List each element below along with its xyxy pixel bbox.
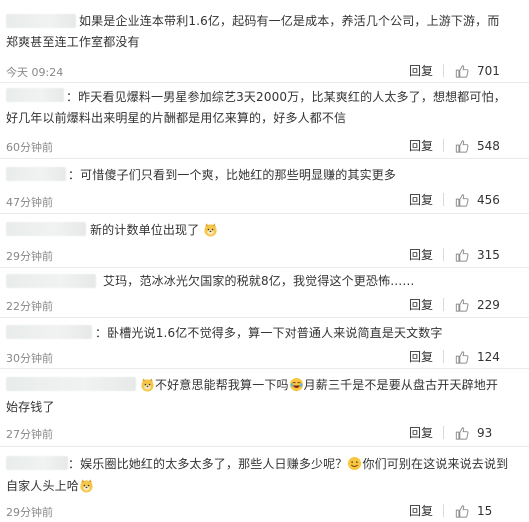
blurred-username xyxy=(6,325,92,339)
comment-actions: 回复 15 xyxy=(409,501,529,521)
comment-actions: 回复 229 xyxy=(409,295,529,315)
blurred-username xyxy=(6,377,136,391)
like-count: 229 xyxy=(477,298,500,312)
laugh-cry-emoji xyxy=(289,377,303,392)
comment-text-line: 自家人头上哈 xyxy=(6,476,94,497)
thumbs-up-icon xyxy=(455,505,469,518)
comment-time: 29分钟前 xyxy=(6,506,53,519)
comment-item: ：昨天看见爆料一男星参加综艺3天2000万，比某爽红的人太多了，想想都可怕， 好… xyxy=(0,83,529,159)
comment-text-line: 如果是企业连本带利1.6亿，起码有一亿是成本，养活几个公司，上游下游，而 xyxy=(79,14,500,28)
comment-item: ：卧槽光说1.6亿不觉得多，算一下对普通人来说简直是天文数字 30分钟前 回复 … xyxy=(0,318,529,369)
thumbs-up-icon xyxy=(455,299,469,312)
reply-button[interactable]: 回复 xyxy=(409,424,433,441)
divider xyxy=(443,426,444,439)
blurred-username xyxy=(6,274,96,288)
divider xyxy=(443,139,444,152)
comment-text: 你们可别在这说来说去说到 xyxy=(362,457,509,471)
thumbs-up-icon xyxy=(455,194,469,207)
divider xyxy=(443,193,444,206)
like-count: 93 xyxy=(477,426,493,440)
divider xyxy=(443,350,444,363)
comment-time: 60分钟前 xyxy=(6,141,53,154)
doge-emoji xyxy=(80,479,93,493)
comment-time: 27分钟前 xyxy=(6,428,53,441)
like-count: 701 xyxy=(477,64,500,78)
comment-text: 月薪三千是不是要从盘古开天辟地开 xyxy=(303,378,499,392)
comment-time: 22分钟前 xyxy=(6,300,53,313)
thumbs-up-icon xyxy=(455,140,469,153)
comment-time: 今天 09:24 xyxy=(6,66,64,79)
comment-item: ：娱乐圈比她红的太多太多了，那些人日赚多少呢？ 你们可别在这说来说去说到 自家人头… xyxy=(0,447,529,522)
comment-item: 不好意思能帮我算一下吗 月薪三千是不是要从盘古开天辟地开 始存钱了 27分钟前 回… xyxy=(0,369,529,447)
comment-text-line: 艾玛，范冰冰光欠国家的税就8亿，我觉得这个更恐怖…… xyxy=(103,274,415,288)
comment-text-line: ：昨天看见爆料一男星参加综艺3天2000万，比某爽红的人太多了，想想都可怕， xyxy=(66,90,506,104)
comment-actions: 回复 315 xyxy=(409,245,529,265)
comment-item: 新的计数单位出现了 29分钟前 回复 315 xyxy=(0,214,529,268)
blurred-username xyxy=(6,88,64,102)
comment-text-line: 好几年以前爆料出来明星的片酬都是用亿来算的，好多人都不信 xyxy=(6,111,347,125)
doge-emoji xyxy=(204,223,217,237)
comment-actions: 回复 124 xyxy=(409,347,529,367)
like-button[interactable]: 229 xyxy=(455,295,500,315)
blurred-username xyxy=(6,222,86,236)
comment-text-line: 始存钱了 xyxy=(6,400,55,414)
reply-button[interactable]: 回复 xyxy=(409,191,433,208)
like-button[interactable]: 124 xyxy=(455,347,500,367)
thumbs-up-icon xyxy=(455,427,469,440)
divider xyxy=(443,64,444,77)
thumbs-up-icon xyxy=(455,65,469,78)
reply-button[interactable]: 回复 xyxy=(409,296,433,313)
like-count: 15 xyxy=(477,504,493,518)
comment-actions: 回复 93 xyxy=(409,423,529,443)
like-count: 124 xyxy=(477,350,500,364)
like-count: 548 xyxy=(477,139,500,153)
comment-time: 29分钟前 xyxy=(6,250,53,263)
divider xyxy=(443,504,444,517)
comment-text-line: 不好意思能帮我算一下吗 月薪三千是不是要从盘古开天辟地开 xyxy=(140,375,498,396)
comment-text: 自家人头上哈 xyxy=(6,479,79,493)
comment-item: ：可惜傻子们只看到一个爽，比她红的那些明显赚的其实更多 47分钟前 回复 456 xyxy=(0,159,529,214)
like-button[interactable]: 93 xyxy=(455,423,492,443)
reply-button[interactable]: 回复 xyxy=(409,62,433,79)
comment-text-line: 新的计数单位出现了 xyxy=(90,220,218,241)
comment-time: 47分钟前 xyxy=(6,196,53,209)
comment-actions: 回复 548 xyxy=(409,136,529,156)
like-count: 456 xyxy=(477,193,500,207)
comment-text-line: ：卧槽光说1.6亿不觉得多，算一下对普通人来说简直是天文数字 xyxy=(95,326,443,340)
reply-button[interactable]: 回复 xyxy=(409,246,433,263)
comment-text: 新的计数单位出现了 xyxy=(90,223,200,237)
blurred-username xyxy=(6,167,66,181)
like-button[interactable]: 701 xyxy=(455,61,500,81)
blurred-username xyxy=(6,14,76,28)
like-button[interactable]: 456 xyxy=(455,190,500,210)
comment-actions: 回复 701 xyxy=(409,61,529,81)
thumbs-up-icon xyxy=(455,249,469,262)
reply-button[interactable]: 回复 xyxy=(409,348,433,365)
comment-list: 如果是企业连本带利1.6亿，起码有一亿是成本，养活几个公司，上游下游，而 郑爽甚… xyxy=(0,0,529,522)
reply-button[interactable]: 回复 xyxy=(409,502,433,519)
comment-text: 不好意思能帮我算一下吗 xyxy=(155,378,289,392)
like-button[interactable]: 315 xyxy=(455,245,500,265)
thumbs-up-icon xyxy=(455,351,469,364)
like-count: 315 xyxy=(477,248,500,262)
comment-item: 艾玛，范冰冰光欠国家的税就8亿，我觉得这个更恐怖…… 22分钟前 回复 229 xyxy=(0,268,529,318)
smile-emoji xyxy=(348,456,362,471)
reply-button[interactable]: 回复 xyxy=(409,137,433,154)
divider xyxy=(443,248,444,261)
doge-emoji xyxy=(141,378,154,392)
blurred-username xyxy=(6,456,68,470)
comment-time: 30分钟前 xyxy=(6,352,53,365)
like-button[interactable]: 15 xyxy=(455,501,492,521)
comment-text-line: 郑爽甚至连工作室都没有 xyxy=(6,35,140,49)
comment-text: ：娱乐圈比她红的太多太多了，那些人日赚多少呢？ xyxy=(68,457,348,471)
like-button[interactable]: 548 xyxy=(455,136,500,156)
comment-text-line: ：可惜傻子们只看到一个爽，比她红的那些明显赚的其实更多 xyxy=(68,168,397,182)
comment-text-line: ：娱乐圈比她红的太多太多了，那些人日赚多少呢？ 你们可别在这说来说去说到 xyxy=(68,454,508,475)
divider xyxy=(443,298,444,311)
comment-item: 如果是企业连本带利1.6亿，起码有一亿是成本，养活几个公司，上游下游，而 郑爽甚… xyxy=(0,0,529,83)
comment-actions: 回复 456 xyxy=(409,190,529,210)
